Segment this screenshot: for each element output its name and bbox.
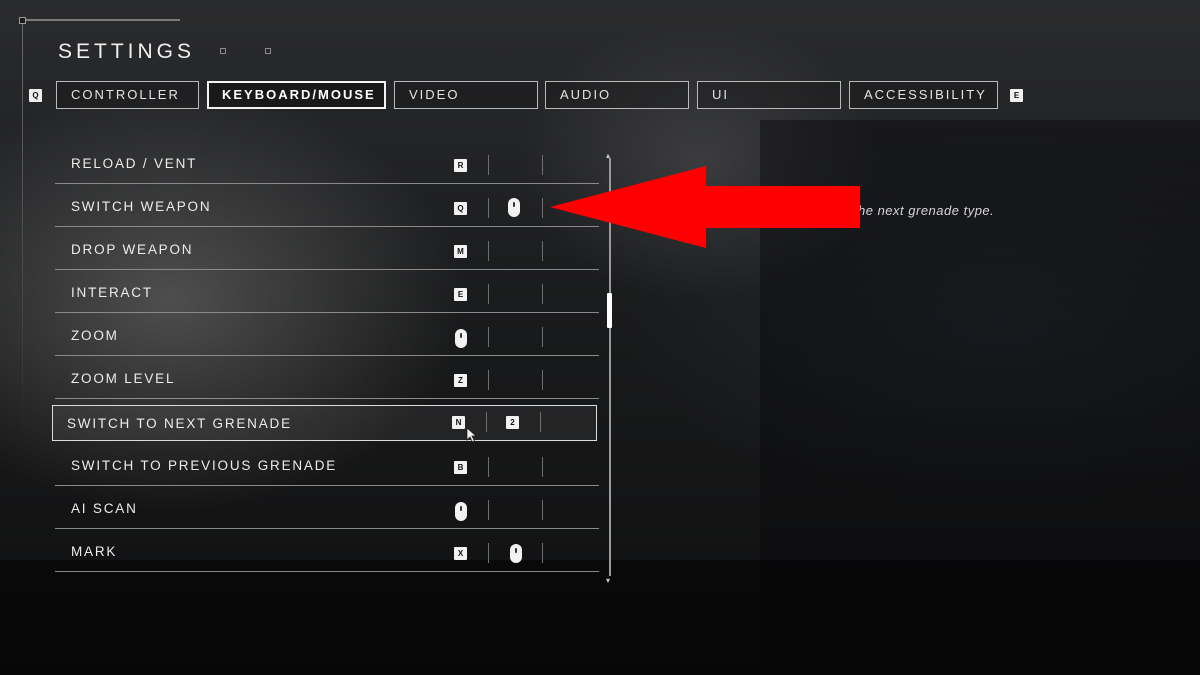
column-divider — [488, 543, 489, 563]
tab-audio[interactable]: AUDIO — [545, 81, 689, 109]
mouse-middle-click-icon[interactable] — [510, 544, 522, 563]
background-scene-dark — [0, 560, 1200, 675]
binding-row-switch-to-next-grenade[interactable]: SWITCH TO NEXT GRENADE N 2 — [52, 405, 597, 441]
tab-label: KEYBOARD/MOUSE — [222, 87, 376, 102]
primary-key[interactable]: M — [454, 245, 467, 258]
column-divider — [542, 543, 543, 563]
tab-accessibility[interactable]: ACCESSIBILITY — [849, 81, 998, 109]
column-divider — [488, 241, 489, 261]
binding-action-label: ZOOM LEVEL — [71, 371, 176, 386]
primary-key[interactable]: E — [454, 288, 467, 301]
binding-row-zoom-level[interactable]: ZOOM LEVEL Z — [55, 357, 599, 399]
tab-label: UI — [712, 87, 729, 102]
binding-row-switch-to-previous-grenade[interactable]: SWITCH TO PREVIOUS GRENADE B — [55, 444, 599, 486]
binding-action-label: MARK — [71, 544, 118, 559]
tab-ui[interactable]: UI — [697, 81, 841, 109]
scroll-down-arrow-icon[interactable]: ▾ — [606, 577, 610, 585]
tab-label: AUDIO — [560, 87, 612, 102]
binding-action-label: INTERACT — [71, 285, 153, 300]
primary-key[interactable]: Z — [454, 374, 467, 387]
secondary-key[interactable]: 2 — [506, 416, 519, 429]
binding-action-label: SWITCH TO PREVIOUS GRENADE — [71, 458, 338, 473]
column-divider — [488, 198, 489, 218]
binding-action-label: RELOAD / VENT — [71, 156, 198, 171]
frame-left-line — [22, 20, 23, 440]
tab-prev-key-hint: Q — [29, 89, 42, 102]
column-divider — [542, 457, 543, 477]
binding-row-ai-scan[interactable]: AI SCAN — [55, 487, 599, 529]
tab-controller[interactable]: CONTROLLER — [56, 81, 199, 109]
mouse-cursor-icon — [466, 427, 478, 443]
column-divider — [542, 500, 543, 520]
column-divider — [488, 327, 489, 347]
tab-label: ACCESSIBILITY — [864, 87, 987, 102]
binding-action-label: AI SCAN — [71, 501, 138, 516]
red-arrow-annotation-icon — [550, 166, 860, 248]
binding-row-interact[interactable]: INTERACT E — [55, 271, 599, 313]
binding-row-drop-weapon[interactable]: DROP WEAPON M — [55, 228, 599, 270]
primary-key[interactable]: B — [454, 461, 467, 474]
tab-video[interactable]: VIDEO — [394, 81, 538, 109]
tab-label: VIDEO — [409, 87, 460, 102]
column-divider — [486, 412, 487, 432]
tab-label: CONTROLLER — [71, 87, 180, 102]
binding-row-reload-vent[interactable]: RELOAD / VENT R — [55, 142, 599, 184]
binding-action-label: DROP WEAPON — [71, 242, 194, 257]
column-divider — [488, 457, 489, 477]
column-divider — [540, 412, 541, 432]
frame-corner-node — [19, 17, 26, 24]
column-divider — [488, 370, 489, 390]
page-indicator-dot — [220, 48, 226, 54]
primary-key[interactable]: R — [454, 159, 467, 172]
frame-top-accent — [22, 19, 180, 21]
mouse-side-button-icon[interactable] — [455, 502, 467, 521]
column-divider — [542, 327, 543, 347]
scrollbar-thumb[interactable] — [607, 293, 612, 328]
tab-keyboard-mouse[interactable]: KEYBOARD/MOUSE — [207, 81, 386, 109]
column-divider — [488, 284, 489, 304]
column-divider — [488, 500, 489, 520]
mouse-scroll-icon[interactable] — [508, 198, 520, 217]
primary-key[interactable]: X — [454, 547, 467, 560]
mouse-right-click-icon[interactable] — [455, 329, 467, 348]
binding-row-zoom[interactable]: ZOOM — [55, 314, 599, 356]
primary-key[interactable]: N — [452, 416, 465, 429]
column-divider — [542, 284, 543, 304]
frame-top-line — [22, 20, 1200, 22]
tab-next-key-hint: E — [1010, 89, 1023, 102]
page-indicator-dot — [265, 48, 271, 54]
column-divider — [542, 241, 543, 261]
binding-action-label: SWITCH WEAPON — [71, 199, 212, 214]
primary-key[interactable]: Q — [454, 202, 467, 215]
column-divider — [542, 155, 543, 175]
binding-action-label: ZOOM — [71, 328, 119, 343]
binding-row-mark[interactable]: MARK X — [55, 530, 599, 572]
column-divider — [488, 155, 489, 175]
binding-row-switch-weapon[interactable]: SWITCH WEAPON Q — [55, 185, 599, 227]
column-divider — [542, 370, 543, 390]
binding-action-label: SWITCH TO NEXT GRENADE — [67, 416, 292, 431]
setting-description: he next grenade type. — [858, 203, 995, 218]
column-divider — [542, 198, 543, 218]
page-title: SETTINGS — [58, 40, 196, 63]
